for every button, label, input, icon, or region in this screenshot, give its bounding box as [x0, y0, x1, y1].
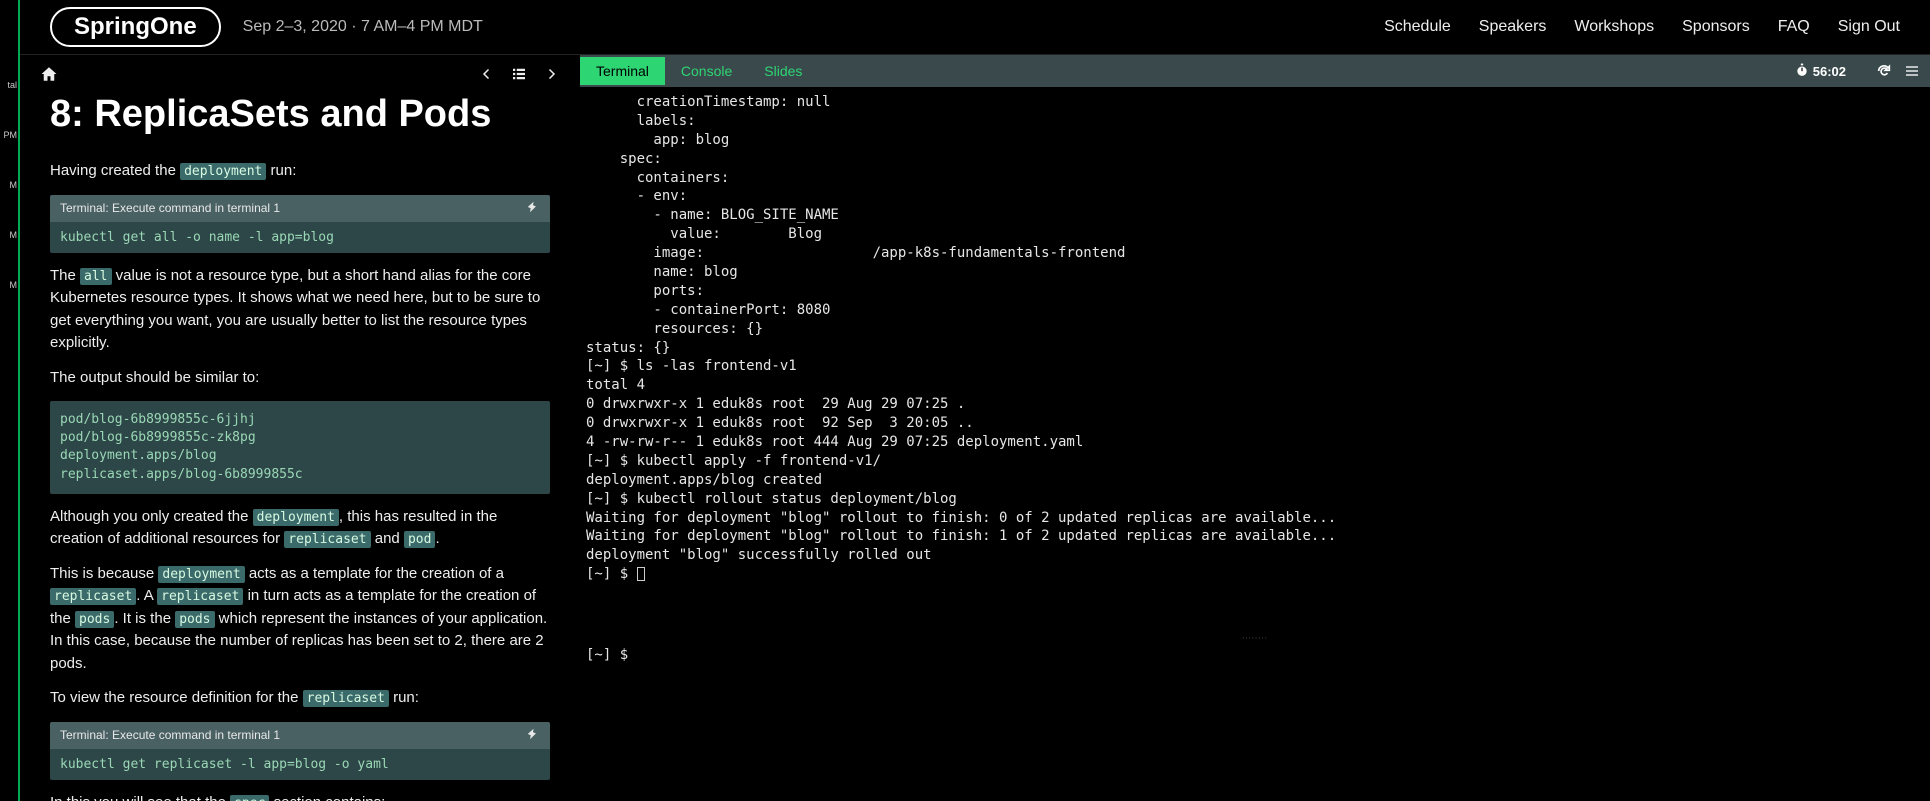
- text: In this you will see that the: [50, 794, 230, 801]
- text: and: [371, 530, 404, 547]
- terminal-output-2[interactable]: [~] $: [580, 641, 1930, 801]
- cursor: [637, 567, 645, 581]
- text: . It is the: [114, 610, 175, 627]
- text: run:: [266, 162, 296, 179]
- text: . A: [136, 587, 157, 604]
- command-header: Terminal: Execute command in terminal 1: [50, 195, 550, 222]
- strip-label: M: [0, 230, 18, 240]
- inline-code: deployment: [158, 566, 244, 583]
- strip-label: PM: [0, 130, 18, 140]
- nav-workshops[interactable]: Workshops: [1574, 18, 1654, 36]
- inline-code: replicaset: [157, 588, 243, 605]
- text: Having created the: [50, 162, 180, 179]
- tab-slides[interactable]: Slides: [748, 57, 818, 85]
- refresh-icon[interactable]: [1876, 63, 1892, 79]
- terminal-panel: Terminal Console Slides 56:02 crea: [580, 55, 1930, 801]
- inline-code: replicaset: [303, 690, 389, 707]
- paragraph: This is because deployment acts as a tem…: [20, 557, 580, 682]
- command-text[interactable]: kubectl get replicaset -l app=blog -o ya…: [50, 749, 550, 780]
- inline-code: pods: [75, 611, 114, 628]
- inline-code: pod: [404, 531, 435, 548]
- nav-faq[interactable]: FAQ: [1778, 18, 1810, 36]
- text: Although you only created the: [50, 508, 253, 525]
- command-header-label: Terminal: Execute command in terminal 1: [60, 201, 280, 215]
- logo[interactable]: SpringOne: [50, 7, 221, 47]
- page-title: 8: ReplicaSets and Pods: [20, 87, 580, 154]
- text: The: [50, 267, 80, 284]
- text: This is because: [50, 565, 158, 582]
- site-header: SpringOne Sep 2–3, 2020 · 7 AM–4 PM MDT …: [20, 0, 1930, 55]
- inline-code: deployment: [253, 509, 339, 526]
- strip-label: M: [0, 280, 18, 290]
- terminal-text: creationTimestamp: null labels: app: blo…: [586, 94, 1336, 582]
- menu-icon[interactable]: [1904, 63, 1920, 79]
- prev-arrow-icon[interactable]: [478, 65, 496, 83]
- text: .: [435, 530, 439, 547]
- nav-schedule[interactable]: Schedule: [1384, 18, 1451, 36]
- run-icon[interactable]: [526, 200, 540, 217]
- inline-code: all: [80, 268, 111, 285]
- paragraph: Although you only created the deployment…: [20, 500, 580, 557]
- strip-label: M: [0, 180, 18, 190]
- stopwatch-icon: [1795, 63, 1809, 80]
- command-block[interactable]: Terminal: Execute command in terminal 1 …: [50, 722, 550, 780]
- terminal-prompt: [~] $: [586, 647, 637, 663]
- home-icon[interactable]: [40, 65, 58, 83]
- paragraph: In this you will see that the spec secti…: [20, 786, 580, 801]
- inline-code: spec: [230, 795, 269, 801]
- nav-sponsors[interactable]: Sponsors: [1682, 18, 1750, 36]
- inline-code: deployment: [180, 163, 266, 180]
- tabs-bar: Terminal Console Slides 56:02: [580, 55, 1930, 87]
- nav-signout[interactable]: Sign Out: [1838, 18, 1900, 36]
- paragraph: To view the resource definition for the …: [20, 681, 580, 716]
- text: run:: [389, 689, 419, 706]
- timeline-strip: tal PM M M M: [0, 0, 20, 801]
- text: value is not a resource type, but a shor…: [50, 267, 540, 352]
- run-icon[interactable]: [526, 727, 540, 744]
- timer: 56:02: [1795, 63, 1846, 80]
- instructions-toolbar: [20, 55, 580, 87]
- strip-label: tal: [0, 80, 18, 90]
- text: acts as a template for the creation of a: [245, 565, 504, 582]
- tab-terminal[interactable]: Terminal: [580, 57, 665, 85]
- text: section contains:: [269, 794, 385, 801]
- next-arrow-icon[interactable]: [542, 65, 560, 83]
- paragraph: Having created the deployment run:: [20, 154, 580, 189]
- timer-value: 56:02: [1813, 64, 1846, 79]
- paragraph: The output should be similar to:: [20, 361, 580, 396]
- nav-speakers[interactable]: Speakers: [1479, 18, 1547, 36]
- command-header-label: Terminal: Execute command in terminal 1: [60, 728, 280, 742]
- inline-code: replicaset: [50, 588, 136, 605]
- paragraph: The all value is not a resource type, bu…: [20, 259, 580, 361]
- top-nav: Schedule Speakers Workshops Sponsors FAQ…: [1384, 18, 1900, 36]
- command-text[interactable]: kubectl get all -o name -l app=blog: [50, 222, 550, 253]
- terminal-output-1[interactable]: creationTimestamp: null labels: app: blo…: [580, 87, 1930, 635]
- command-block[interactable]: Terminal: Execute command in terminal 1 …: [50, 195, 550, 253]
- tab-console[interactable]: Console: [665, 57, 748, 85]
- instructions-panel: 8: ReplicaSets and Pods Having created t…: [20, 55, 580, 801]
- text: To view the resource definition for the: [50, 689, 303, 706]
- command-header: Terminal: Execute command in terminal 1: [50, 722, 550, 749]
- inline-code: pods: [175, 611, 214, 628]
- inline-code: replicaset: [284, 531, 370, 548]
- output-block: pod/blog-6b8999855c-6jjhj pod/blog-6b899…: [50, 401, 550, 494]
- event-time: Sep 2–3, 2020 · 7 AM–4 PM MDT: [243, 18, 483, 36]
- list-icon[interactable]: [510, 65, 528, 83]
